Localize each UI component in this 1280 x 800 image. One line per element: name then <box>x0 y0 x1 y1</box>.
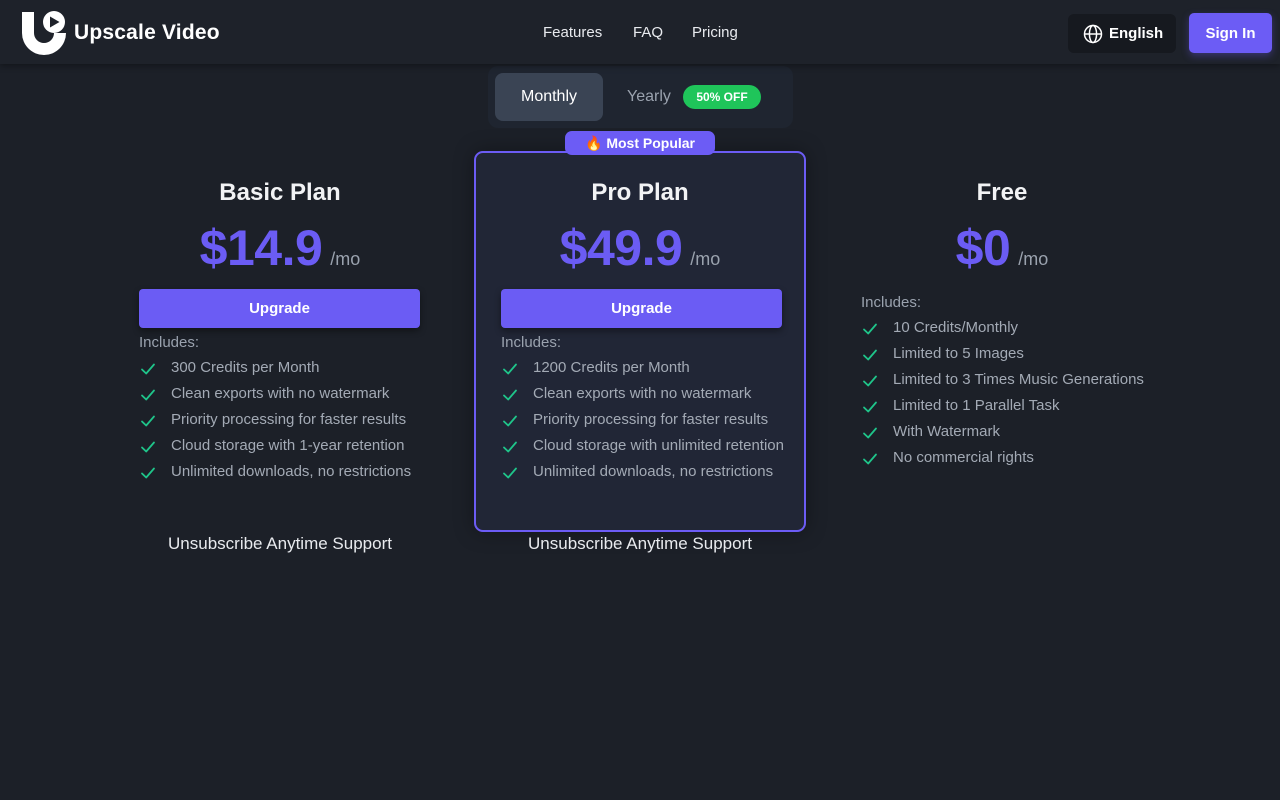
check-icon <box>503 415 517 427</box>
feature-item: 300 Credits per Month <box>139 354 411 380</box>
feature-item: Limited to 3 Times Music Generations <box>861 366 1144 392</box>
plan-price: $0 <box>955 220 1011 276</box>
feature-list: 10 Credits/Monthly Limited to 5 Images L… <box>861 314 1144 470</box>
check-icon <box>863 453 877 465</box>
plan-price: $14.9 <box>199 220 323 276</box>
check-icon <box>141 441 155 453</box>
feature-item: Clean exports with no watermark <box>139 380 411 406</box>
feature-item: Priority processing for faster results <box>139 406 411 432</box>
check-icon <box>863 349 877 361</box>
plan-title: Pro Plan <box>591 179 689 206</box>
feature-item: With Watermark <box>861 418 1144 444</box>
language-label: English <box>1109 25 1164 42</box>
brand-logo[interactable]: Upscale Video <box>22 11 220 55</box>
feature-list: 300 Credits per Month Clean exports with… <box>139 354 411 484</box>
plan-period: /mo <box>1018 249 1049 269</box>
plan-price: $49.9 <box>559 220 683 276</box>
plan-period: /mo <box>330 249 361 269</box>
upgrade-button[interactable]: Upgrade <box>139 289 420 328</box>
check-icon <box>503 363 517 375</box>
check-icon <box>141 389 155 401</box>
plan-period: /mo <box>690 249 721 269</box>
support-text: Unsubscribe Anytime Support <box>168 534 392 553</box>
nav-pricing[interactable]: Pricing <box>692 24 738 41</box>
includes-label: Includes: <box>861 294 922 311</box>
price-row: $49.9 /mo <box>476 219 804 277</box>
feature-item: Clean exports with no watermark <box>501 380 784 406</box>
feature-item: Cloud storage with 1-year retention <box>139 432 411 458</box>
brand-name: Upscale Video <box>74 21 220 44</box>
language-selector[interactable]: English <box>1068 14 1176 53</box>
check-icon <box>141 467 155 479</box>
plan-card-free: Free $0 /mo Includes: 10 Credits/Monthly… <box>836 151 1168 532</box>
check-icon <box>141 415 155 427</box>
includes-label: Includes: <box>501 334 562 351</box>
check-icon <box>863 375 877 387</box>
plan-title: Free <box>976 179 1028 206</box>
discount-badge: 50% OFF <box>683 85 761 109</box>
globe-icon <box>1083 24 1103 43</box>
check-icon <box>503 441 517 453</box>
toggle-monthly[interactable]: Monthly <box>495 73 603 121</box>
feature-item: Cloud storage with unlimited retention <box>501 432 784 458</box>
plan-card-basic: Basic Plan $14.9 /mo Upgrade Includes: 3… <box>114 151 446 532</box>
price-row: $14.9 /mo <box>114 219 446 277</box>
check-icon <box>503 389 517 401</box>
feature-item: Limited to 5 Images <box>861 340 1144 366</box>
sign-in-button[interactable]: Sign In <box>1189 13 1272 53</box>
feature-item: Unlimited downloads, no restrictions <box>139 458 411 484</box>
support-text: Unsubscribe Anytime Support <box>528 534 752 553</box>
most-popular-badge: 🔥 Most Popular <box>565 131 715 155</box>
check-icon <box>503 467 517 479</box>
check-icon <box>863 401 877 413</box>
billing-toggle: Monthly Yearly 50% OFF <box>488 66 793 128</box>
price-row: $0 /mo <box>836 219 1168 277</box>
feature-item: Unlimited downloads, no restrictions <box>501 458 784 484</box>
plan-card-pro: Pro Plan $49.9 /mo Upgrade Includes: 120… <box>474 151 806 532</box>
feature-item: Limited to 1 Parallel Task <box>861 392 1144 418</box>
logo-icon <box>22 11 66 55</box>
includes-label: Includes: <box>139 334 200 351</box>
feature-item: No commercial rights <box>861 444 1144 470</box>
nav-features[interactable]: Features <box>543 24 602 41</box>
feature-item: 1200 Credits per Month <box>501 354 784 380</box>
feature-item: Priority processing for faster results <box>501 406 784 432</box>
plan-title: Basic Plan <box>219 179 341 206</box>
check-icon <box>863 323 877 335</box>
feature-list: 1200 Credits per Month Clean exports wit… <box>501 354 784 484</box>
check-icon <box>863 427 877 439</box>
site-header: Upscale Video Features FAQ Pricing Engli… <box>0 0 1280 64</box>
upgrade-button[interactable]: Upgrade <box>501 289 782 328</box>
check-icon <box>141 363 155 375</box>
nav-faq[interactable]: FAQ <box>633 24 663 41</box>
feature-item: 10 Credits/Monthly <box>861 314 1144 340</box>
toggle-yearly[interactable]: Yearly <box>627 88 671 106</box>
